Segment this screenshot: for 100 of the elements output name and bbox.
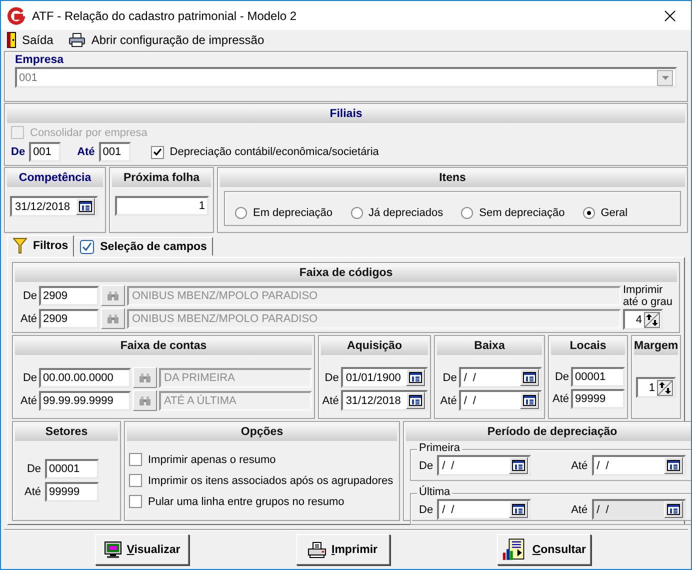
calendar-button[interactable] (406, 369, 425, 386)
input-field[interactable]: 001 (29, 142, 62, 162)
description-field: ATÉ A ÚLTIMA (159, 390, 312, 410)
date-field[interactable]: / / (592, 455, 686, 476)
action-button[interactable]: Consultar (497, 534, 591, 565)
menu-item[interactable]: Saída (5, 31, 56, 49)
search-button[interactable] (101, 308, 125, 329)
section-title: Empresa (15, 53, 65, 67)
section-header: Período de depreciação (406, 424, 691, 441)
description-field: ONIBUS MBENZ/MPOLO PARADISO (127, 286, 621, 306)
field-label: De (26, 463, 41, 475)
action-button[interactable]: Visualizar (95, 534, 189, 565)
field-label: Até (77, 146, 95, 158)
tab[interactable]: Filtros (7, 235, 74, 257)
search-button[interactable] (133, 367, 157, 388)
field-label: Até (19, 312, 37, 324)
section-header: Aquisição (321, 338, 428, 355)
input-field[interactable]: 1 (115, 196, 209, 216)
group-label: Última (417, 486, 452, 498)
calendar-button[interactable] (520, 392, 539, 409)
calendar-button[interactable] (509, 457, 528, 474)
date-field[interactable]: / / (458, 390, 542, 411)
checkbox[interactable] (150, 146, 164, 158)
spin-field[interactable]: 1 (636, 377, 676, 398)
field-label: Até (552, 393, 569, 405)
calendar-button[interactable] (664, 457, 683, 474)
radio-button[interactable] (461, 206, 474, 218)
input-field[interactable]: 00001 (571, 367, 625, 387)
calendar-icon (409, 395, 422, 406)
calendar-button[interactable] (406, 392, 425, 409)
caret-icon (662, 76, 668, 80)
binoculars-icon (107, 290, 119, 300)
checkbox-label: Pular uma linha entre grupos no resumo (148, 496, 344, 508)
section-header: Filiais (7, 106, 685, 123)
section-header: Margem (634, 338, 678, 355)
calendar-icon (666, 504, 680, 515)
section-header: Próxima folha (112, 170, 211, 187)
field-label: Até (19, 394, 37, 406)
spin-field[interactable]: 4 (623, 309, 663, 330)
calendar-icon (666, 460, 680, 471)
binoculars-icon (139, 372, 151, 382)
printer-icon (308, 542, 326, 558)
spin-arrows-icon (644, 312, 660, 328)
date-field[interactable]: / / (458, 367, 542, 388)
tab[interactable]: Seleção de campos (74, 237, 213, 256)
calendar-icon (523, 395, 536, 406)
input-field[interactable]: 00001 (45, 459, 99, 479)
date-field[interactable]: / / (437, 455, 532, 476)
search-button[interactable] (101, 285, 125, 306)
radio-button[interactable] (582, 206, 595, 218)
dropdown-button[interactable] (657, 70, 673, 86)
action-button[interactable]: Imprimir (296, 534, 390, 565)
input-field[interactable]: 99999 (571, 389, 625, 409)
calendar-button[interactable] (76, 198, 95, 215)
description-field: DA PRIMEIRA (159, 368, 312, 388)
field-label: Até (571, 504, 588, 516)
calendar-icon (523, 372, 536, 383)
date-field[interactable]: 01/01/1900 (340, 367, 428, 388)
calendar-icon (409, 372, 422, 383)
checkbox-icon (80, 240, 94, 254)
monitor-icon (104, 540, 122, 558)
input-field[interactable]: 2909 (39, 286, 99, 306)
door-icon (7, 32, 16, 48)
field-label: Até (439, 394, 457, 406)
section-header: Faixa de códigos (15, 265, 677, 282)
calendar-icon (512, 460, 526, 471)
menu-item[interactable]: Abrir configuração de impressão (67, 31, 266, 49)
input-field[interactable]: 2909 (39, 308, 99, 328)
calendar-button[interactable] (509, 501, 528, 518)
binoculars-icon (139, 396, 151, 406)
search-button[interactable] (133, 390, 157, 411)
check-mark-icon (152, 148, 162, 156)
field-label: De (419, 504, 434, 516)
checkbox-label: Imprimir apenas o resumo (148, 454, 276, 466)
radio-button[interactable] (235, 206, 247, 218)
input-field[interactable]: 00.00.00.0000 (39, 368, 131, 388)
description-field: ONIBUS MBENZ/MPOLO PARADISO (127, 308, 621, 328)
checkbox[interactable] (129, 495, 142, 508)
calendar-icon (512, 504, 526, 515)
checkbox-label: Imprimir os itens associados após os agrupadores (148, 474, 394, 486)
date-field[interactable]: 31/12/2018 (10, 196, 98, 217)
field-label: Até (23, 486, 41, 498)
date-field[interactable]: 31/12/2018 (340, 390, 428, 411)
company-combobox[interactable]: 001 (15, 67, 677, 88)
input-field[interactable]: 99.99.99.9999 (39, 390, 131, 410)
date-field[interactable]: / / (437, 499, 532, 520)
section-header: Itens (220, 170, 685, 187)
checkbox-label: Depreciação contábil/econômica/societária (170, 146, 379, 158)
section-header: Competência (7, 170, 103, 187)
checkbox[interactable] (129, 474, 142, 487)
input-field[interactable]: 99999 (45, 482, 99, 502)
checkbox[interactable] (129, 453, 142, 466)
field-label: De (442, 372, 457, 384)
calendar-button[interactable] (520, 369, 539, 386)
radio-label: Já depreciados (368, 206, 444, 218)
input-field[interactable]: 001 (98, 142, 131, 162)
radio-button[interactable] (350, 206, 362, 218)
spin-arrows-icon (657, 380, 674, 396)
section-header: Opções (127, 424, 397, 441)
field-label: De (11, 146, 26, 158)
